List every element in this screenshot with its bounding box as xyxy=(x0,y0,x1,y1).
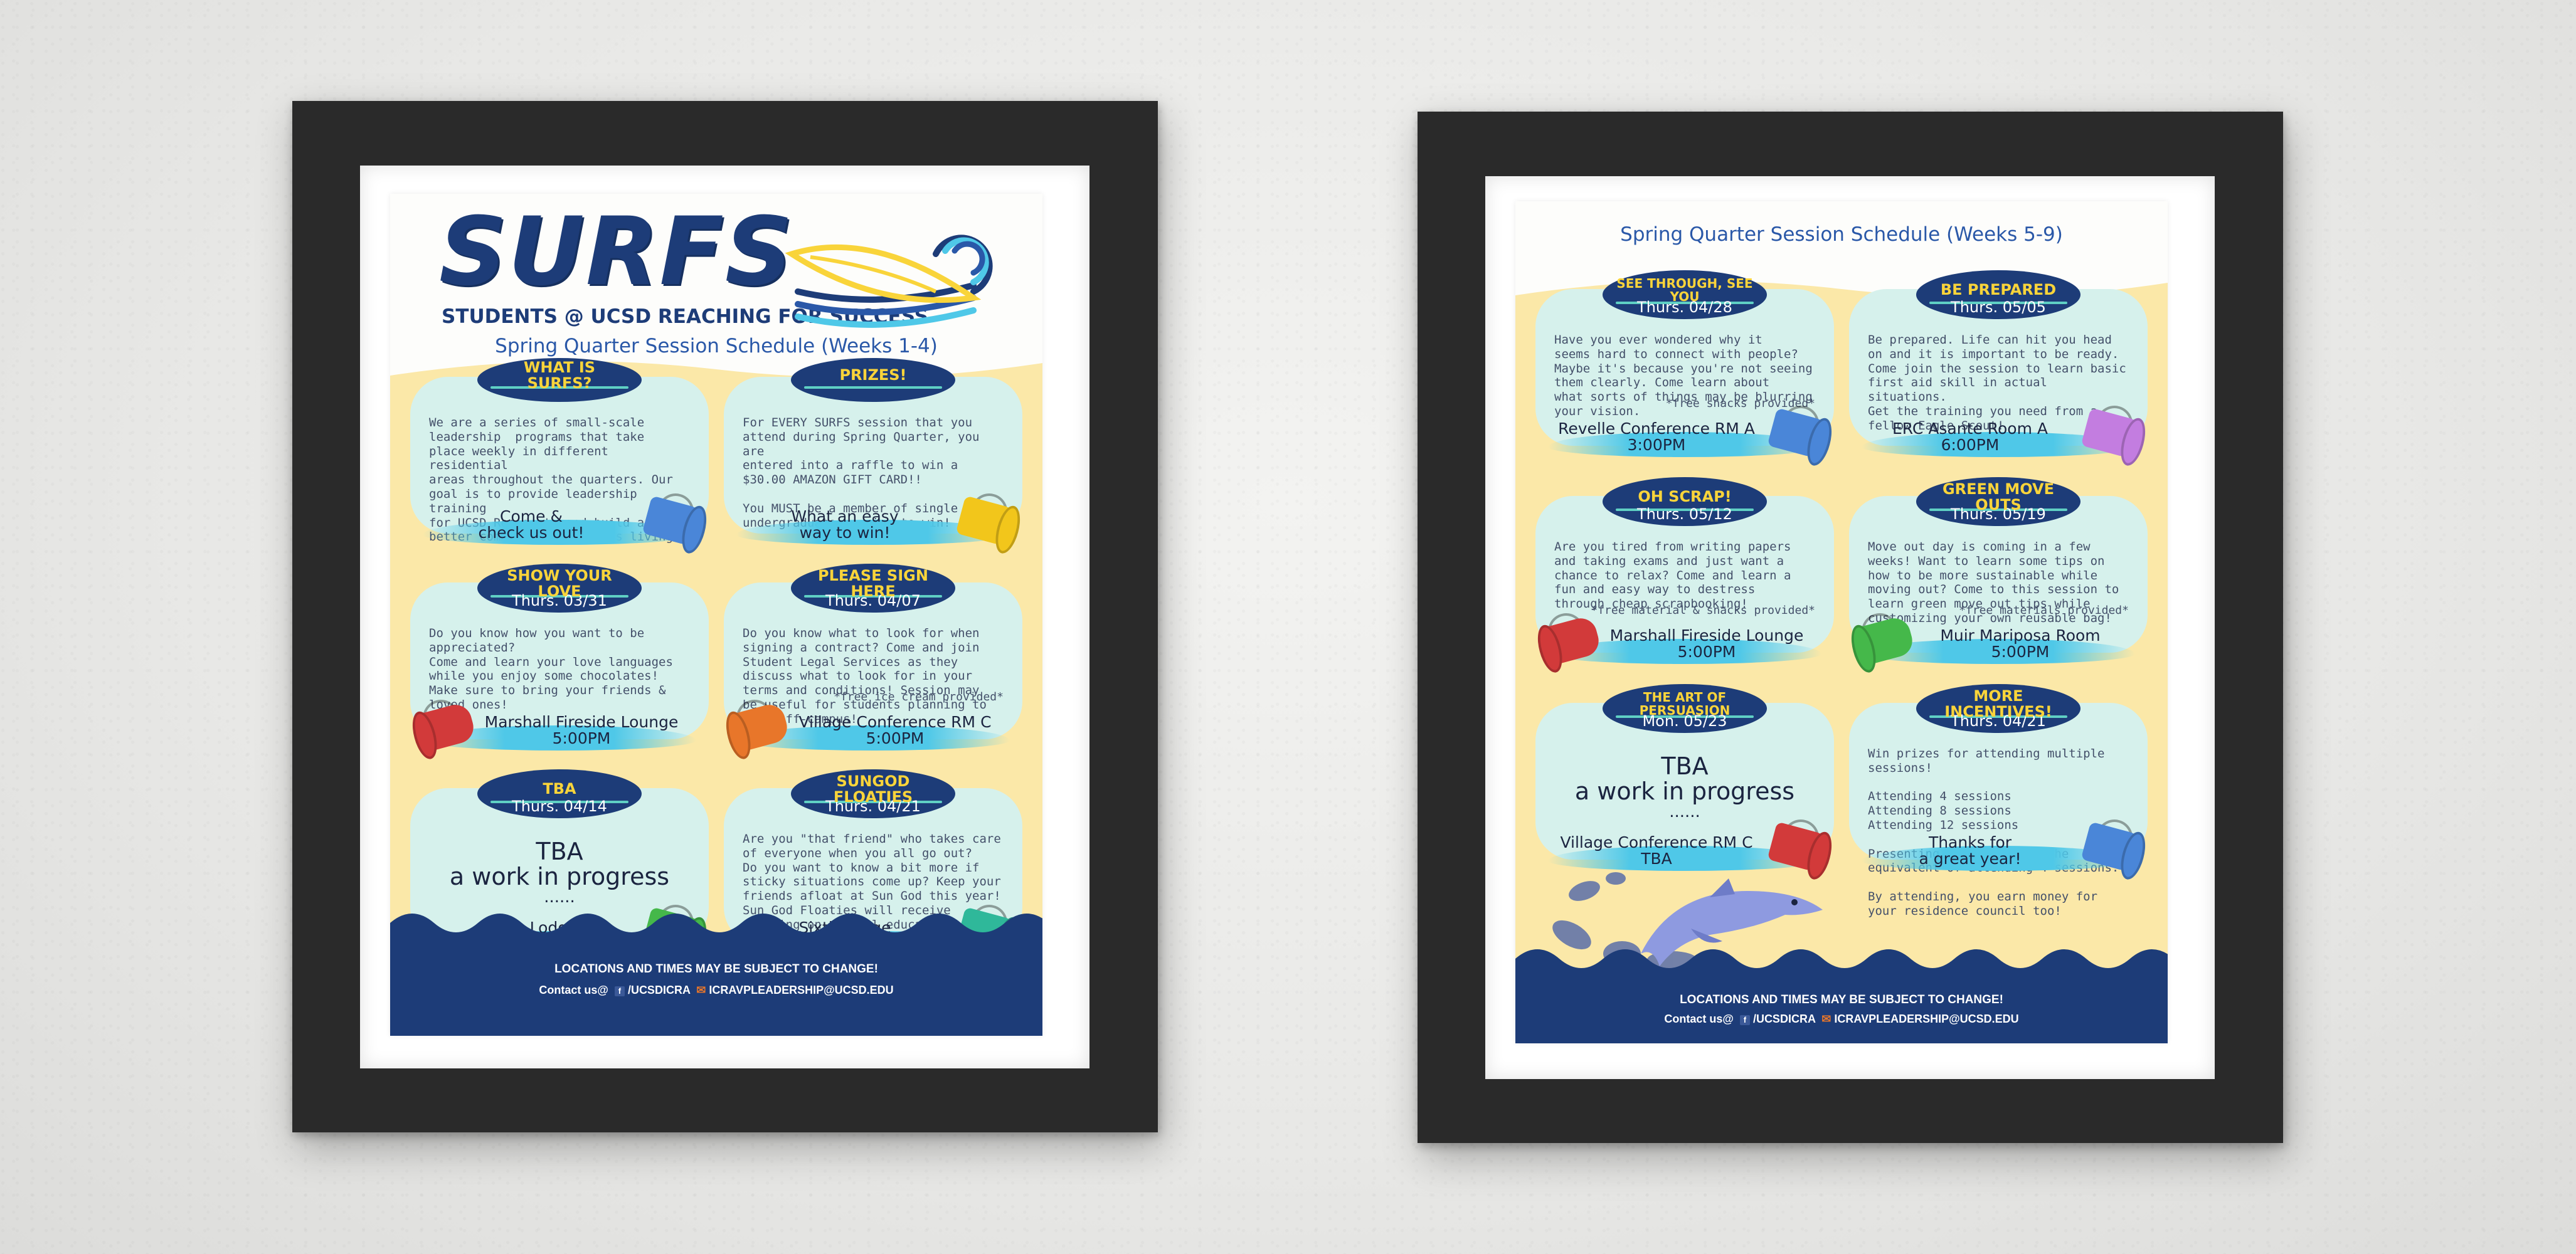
session-time: 5:00PM xyxy=(552,729,611,747)
right-frame-mat: Spring Quarter Session Schedule (Weeks 5… xyxy=(1485,176,2215,1079)
session-title-badge: MORE INCENTIVES! Thurs. 04/21 xyxy=(1916,684,2080,733)
session-title-badge: PLEASE SIGN HERE Thurs. 04/07 xyxy=(791,564,955,613)
ocean-wave xyxy=(1515,949,2168,977)
session-title: SEE THROUGH, SEE YOU xyxy=(1616,276,1753,304)
ocean-wave xyxy=(390,914,1042,942)
session-title: SUNGOD FLOATIES xyxy=(833,772,913,806)
surfs-logo: SURFS xyxy=(439,198,794,307)
session-description: Are you tired from writing papers and ta… xyxy=(1554,540,1791,611)
footer-contact-row: Contact us@ f /UCSDICRA ✉ ICRAVPLEADERSH… xyxy=(390,984,1042,997)
session-location: Revelle Conference RM A xyxy=(1558,419,1755,438)
session-date: Thurs. 05/05 xyxy=(1951,298,2046,316)
surfboard-wave-logo-icon xyxy=(785,234,993,328)
session-date: Thurs. 04/14 xyxy=(512,797,607,815)
session-note: *free material & snacks provided* xyxy=(1591,604,1815,617)
session-time: way to win! xyxy=(799,524,891,542)
right-poster: Spring Quarter Session Schedule (Weeks 5… xyxy=(1515,201,2168,1043)
session-location: Muir Mariposa Room xyxy=(1940,626,2101,645)
footer-disclaimer: LOCATIONS AND TIMES MAY BE SUBJECT TO CH… xyxy=(554,962,878,976)
left-frame-mat: SURFS STUDENTS @ UCSD REACHING FOR SUCCE… xyxy=(360,166,1089,1068)
left-poster: SURFS STUDENTS @ UCSD REACHING FOR SUCCE… xyxy=(390,194,1042,1036)
session-title: OH SCRAP! xyxy=(1638,488,1732,506)
tba-line: a work in progress xyxy=(449,863,670,890)
session-location: Village Conference RM C xyxy=(1560,833,1753,851)
schedule-title: Spring Quarter Session Schedule (Weeks 5… xyxy=(1620,223,2063,246)
footer-contact-row: Contact us@ f /UCSDICRA ✉ ICRAVPLEADERSH… xyxy=(1515,1013,2168,1026)
facebook-icon: f xyxy=(614,986,625,996)
ocean-footer xyxy=(1515,976,2168,1043)
session-title-badge: PRIZES! xyxy=(791,358,955,402)
left-picture-frame: SURFS STUDENTS @ UCSD REACHING FOR SUCCE… xyxy=(292,101,1158,1132)
session-card: SHOW YOUR LOVE Thurs. 03/31 Do you know ho… xyxy=(408,564,709,769)
session-card: SEE THROUGH, SEE YOU Thurs. 04/28 Have you… xyxy=(1535,270,1837,477)
session-card: PLEASE SIGN HERE Thurs. 04/07 Do you know … xyxy=(721,564,1022,769)
session-title: SHOW YOUR LOVE xyxy=(507,566,612,600)
footer-facebook[interactable]: /UCSDICRA xyxy=(1753,1013,1815,1025)
tba-line: TBA xyxy=(536,838,583,865)
session-title: GREEN MOVE OUTS xyxy=(1942,480,2054,514)
session-date: Thurs. 05/12 xyxy=(1637,505,1732,523)
tba-line: ...... xyxy=(1669,803,1700,821)
footer-contact-label: Contact us@ xyxy=(1664,1013,1734,1025)
session-title-badge: GREEN MOVE OUTS Thurs. 05/19 xyxy=(1916,477,2080,526)
session-title-badge: OH SCRAP! Thurs. 05/12 xyxy=(1603,477,1767,526)
session-note: *free ice cream provided* xyxy=(834,690,1004,703)
session-location: Marshall Fireside Lounge xyxy=(484,713,679,731)
tba-line: a work in progress xyxy=(1574,777,1795,805)
footer-email[interactable]: ICRAVPLEADERSHIP@UCSD.EDU xyxy=(709,984,893,996)
session-time: 5:00PM xyxy=(866,729,925,747)
footer-email[interactable]: ICRAVPLEADERSHIP@UCSD.EDU xyxy=(1834,1013,2018,1025)
footer-facebook[interactable]: /UCSDICRA xyxy=(628,984,690,996)
session-title: BE PREPARED xyxy=(1940,281,2057,299)
session-title-badge: WHAT IS SURFS? xyxy=(477,358,642,402)
email-icon: ✉ xyxy=(1821,1013,1831,1025)
session-card: GREEN MOVE OUTS Thurs. 05/19 Move out day … xyxy=(1847,477,2148,684)
footer-disclaimer: LOCATIONS AND TIMES MAY BE SUBJECT TO CH… xyxy=(1680,993,2003,1006)
right-picture-frame: Spring Quarter Session Schedule (Weeks 5… xyxy=(1418,112,2283,1143)
session-title: THE ART OF PERSUASION xyxy=(1639,690,1731,718)
session-title: MORE INCENTIVES! xyxy=(1944,687,2052,720)
facebook-icon: f xyxy=(1739,1015,1750,1025)
session-location: Village Conference RM C xyxy=(798,713,992,731)
session-location: What an easy xyxy=(791,507,899,525)
tba-line: TBA xyxy=(1661,752,1709,780)
badge-stripe xyxy=(804,386,942,389)
email-icon: ✉ xyxy=(696,984,706,996)
session-title: WHAT IS SURFS? xyxy=(523,358,596,392)
session-title-badge: TBA Thurs. 04/14 xyxy=(477,769,642,818)
session-location: Thanks for xyxy=(1928,833,2012,851)
session-card: OH SCRAP! Thurs. 05/12 Are you tired from … xyxy=(1533,477,1834,684)
session-time: 3:00PM xyxy=(1627,436,1686,454)
session-card: WHAT IS SURFS? We are a series of small-s… xyxy=(410,358,711,564)
footer-contact-label: Contact us@ xyxy=(539,984,608,996)
session-location: Come & xyxy=(500,507,563,525)
session-card: BE PREPARED Thurs. 05/05 Be prepared. Life… xyxy=(1849,270,2150,477)
session-title-badge: SUNGOD FLOATIES Thurs. 04/21 xyxy=(791,769,955,818)
session-title: TBA xyxy=(543,780,576,798)
session-time: check us out! xyxy=(478,524,585,542)
session-time: a great year! xyxy=(1919,850,2022,868)
session-title-badge: BE PREPARED Thurs. 05/05 xyxy=(1916,270,2080,319)
session-card: THE ART OF PERSUASION Mon. 05/23 TBA a work… xyxy=(1535,684,1837,891)
session-title-badge: THE ART OF PERSUASION Mon. 05/23 xyxy=(1603,684,1767,733)
session-time: TBA xyxy=(1641,850,1672,868)
session-note: *free materials provided* xyxy=(1959,604,2129,617)
session-description: Do you know how you want to be appreciat… xyxy=(429,626,673,712)
session-location: ERC Asante Room A xyxy=(1892,419,2048,438)
session-location: Marshall Fireside Lounge xyxy=(1609,626,1804,645)
session-title: PRIZES! xyxy=(839,366,907,384)
session-time: 5:00PM xyxy=(1677,643,1736,661)
session-time: 5:00PM xyxy=(1991,643,2050,661)
session-time: 6:00PM xyxy=(1941,436,2000,454)
session-title-badge: SHOW YOUR LOVE Thurs. 03/31 xyxy=(477,564,642,613)
session-card: PRIZES! For EVERY SURFS session that you … xyxy=(724,358,1025,564)
session-title: PLEASE SIGN HERE xyxy=(818,566,928,600)
session-title-badge: SEE THROUGH, SEE YOU Thurs. 04/28 xyxy=(1603,270,1767,319)
session-card: MORE INCENTIVES! Thurs. 04/21 Win prizes f… xyxy=(1849,684,2150,918)
